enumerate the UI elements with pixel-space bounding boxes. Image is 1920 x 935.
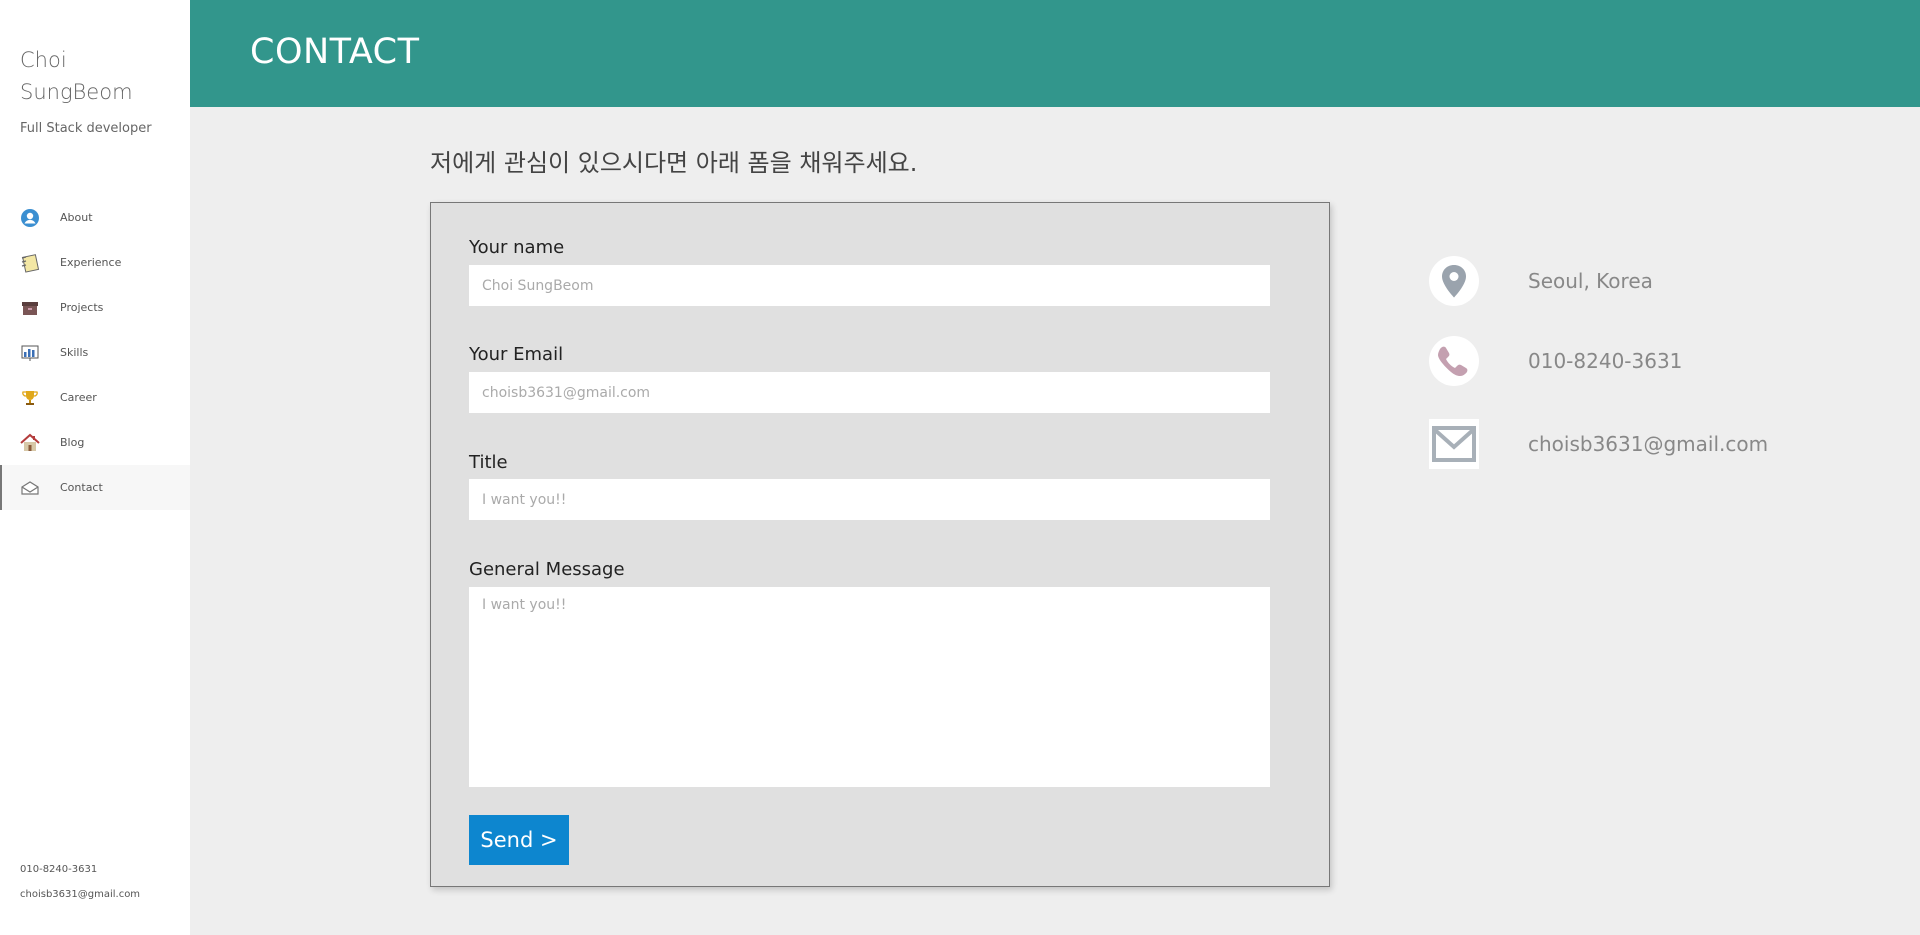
mail-icon — [1428, 418, 1480, 470]
home-icon — [20, 433, 40, 453]
sidebar-item-label: Blog — [60, 436, 85, 449]
envelope-icon — [20, 478, 40, 498]
sidebar-item-label: Contact — [60, 481, 103, 494]
title-input[interactable] — [469, 479, 1270, 520]
title-label: Title — [469, 452, 508, 473]
sidebar-item-label: About — [60, 211, 93, 224]
user-icon — [20, 208, 40, 228]
sidebar-item-skills[interactable]: Skills — [0, 330, 190, 375]
page-header: CONTACT — [190, 0, 1920, 107]
notebook-icon — [20, 253, 40, 273]
location-pin-icon — [1428, 255, 1480, 307]
box-icon — [20, 298, 40, 318]
sidebar-item-contact[interactable]: Contact — [0, 465, 190, 510]
name-input[interactable] — [469, 265, 1270, 306]
name-label: Your name — [469, 237, 565, 258]
sidebar-nav: About Experience Projects Skills Career — [0, 195, 190, 510]
info-email: choisb3631@gmail.com — [1428, 418, 1768, 470]
info-phone: 010-8240-3631 — [1428, 335, 1682, 387]
sidebar-item-label: Experience — [60, 256, 122, 269]
contact-intro: 저에게 관심이 있으시다면 아래 폼을 채워주세요. — [430, 149, 918, 177]
location-text: Seoul, Korea — [1528, 269, 1653, 293]
sidebar: Choi SungBeom Full Stack developer About… — [0, 0, 190, 935]
sidebar-item-about[interactable]: About — [0, 195, 190, 240]
sidebar-item-projects[interactable]: Projects — [0, 285, 190, 330]
sidebar-item-label: Career — [60, 391, 97, 404]
phone-text: 010-8240-3631 — [1528, 349, 1683, 373]
sidebar-item-label: Projects — [60, 301, 104, 314]
send-button[interactable]: Send > — [469, 815, 569, 865]
sidebar-email[interactable]: choisb3631@gmail.com — [20, 889, 140, 900]
message-label: General Message — [469, 559, 625, 580]
trophy-icon — [20, 388, 40, 408]
sidebar-item-label: Skills — [60, 346, 89, 359]
sidebar-item-blog[interactable]: Blog — [0, 420, 190, 465]
site-owner-role: Full Stack developer — [20, 121, 152, 136]
page-title: CONTACT — [250, 32, 420, 72]
sidebar-phone: 010-8240-3631 — [20, 864, 98, 875]
site-owner-name[interactable]: Choi SungBeom — [20, 44, 180, 108]
sidebar-item-career[interactable]: Career — [0, 375, 190, 420]
contact-form: Your name Your Email Title General Messa… — [430, 202, 1330, 887]
phone-icon — [1428, 335, 1480, 387]
sidebar-item-experience[interactable]: Experience — [0, 240, 190, 285]
info-location: Seoul, Korea — [1428, 255, 1653, 307]
email-label: Your Email — [469, 344, 564, 365]
email-text[interactable]: choisb3631@gmail.com — [1528, 432, 1768, 456]
email-input[interactable] — [469, 372, 1270, 413]
bar-chart-icon — [20, 343, 40, 363]
message-textarea[interactable] — [469, 587, 1270, 787]
